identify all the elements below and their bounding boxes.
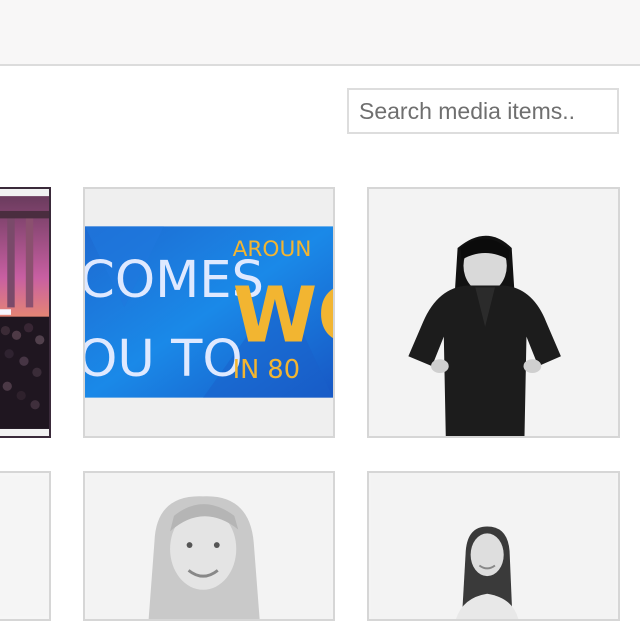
banner-text-right2: WO [233, 272, 333, 361]
portrait-image [369, 189, 618, 436]
media-item-partial[interactable] [0, 471, 51, 621]
partial-image [0, 476, 49, 616]
media-toolbar [0, 0, 640, 66]
banner-text-right3: IN 80 [233, 355, 300, 385]
banner-image: COMES OU TO AROUN WO IN 80 [85, 189, 333, 436]
media-item-portrait-1[interactable] [367, 187, 620, 438]
media-item-event-photo[interactable] [0, 187, 51, 438]
media-item-portrait-3[interactable] [367, 471, 620, 621]
portrait-brunette-image [370, 473, 617, 619]
event-photo-image [0, 196, 49, 429]
search-input[interactable] [347, 88, 619, 134]
portrait-blonde-image [86, 473, 332, 619]
banner-text-right1: AROUN [233, 237, 312, 262]
banner-text-line2: OU TO [85, 330, 243, 389]
media-item-portrait-2[interactable] [83, 471, 335, 621]
media-item-banner[interactable]: COMES OU TO AROUN WO IN 80 [83, 187, 335, 438]
